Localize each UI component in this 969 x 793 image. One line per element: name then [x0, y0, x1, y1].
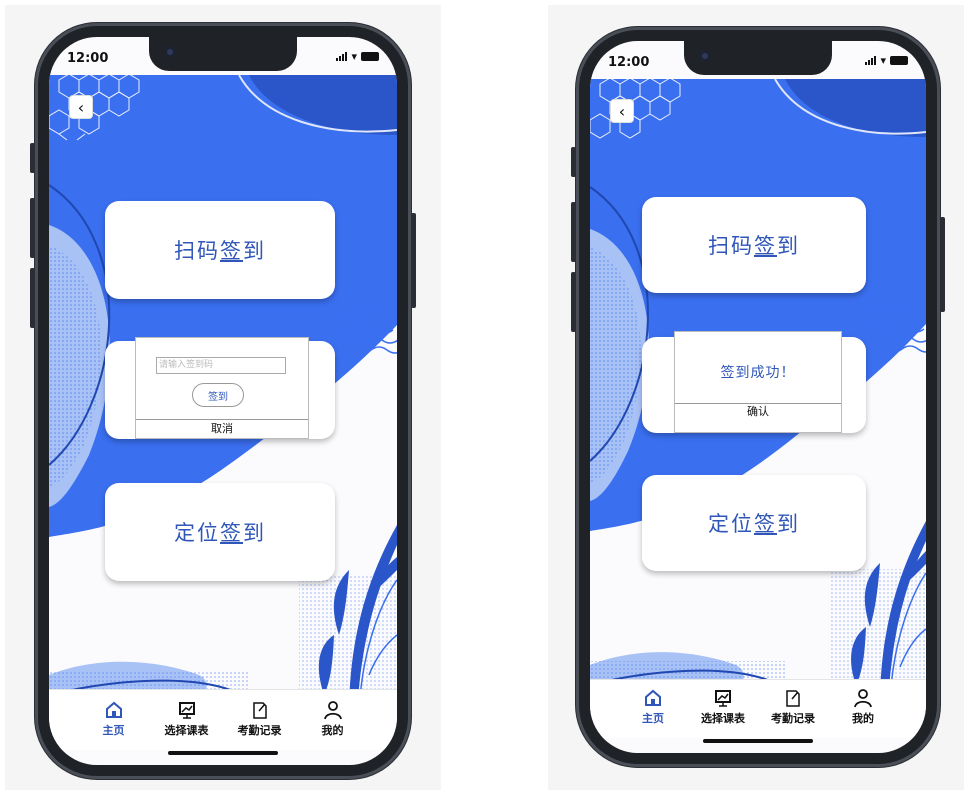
- status-time: 12:00: [608, 55, 650, 70]
- mockup-panel-right: 12:00 ▾ ‹ 扫码签到 签到成功！ 确认 定位签到 主页 选择课表 考勤记…: [548, 5, 964, 790]
- user-icon: [323, 701, 342, 720]
- status-icons: ▾: [865, 55, 908, 66]
- tab-schedule[interactable]: 选择课表: [157, 700, 217, 750]
- mockup-panel-left: 12:00 ▾ ‹ 扫码签到 请输入签到码 签到 取消 定位签到 主页 选择课表…: [5, 5, 441, 790]
- chevron-left-icon: ‹: [618, 101, 626, 121]
- success-message: 签到成功！: [720, 365, 796, 381]
- tab-bar: 主页 选择课表 考勤记录 我的: [590, 679, 926, 738]
- notepad-icon: [786, 690, 800, 707]
- tab-label: 考勤记录: [237, 724, 282, 737]
- submit-checkin-button[interactable]: 签到: [192, 383, 244, 407]
- back-button[interactable]: ‹: [610, 99, 634, 123]
- tab-label: 我的: [321, 724, 344, 737]
- tab-label: 主页: [102, 724, 125, 737]
- status-icons: ▾: [336, 51, 379, 62]
- signal-icon: [865, 56, 877, 65]
- notepad-icon: [252, 702, 267, 719]
- tab-profile[interactable]: 我的: [303, 700, 363, 750]
- tab-attendance[interactable]: 考勤记录: [230, 700, 290, 750]
- home-indicator: [703, 739, 813, 743]
- wifi-icon: ▾: [880, 54, 886, 67]
- code-input[interactable]: 请输入签到码: [156, 357, 286, 374]
- tab-bar: 主页 选择课表 考勤记录 我的: [49, 689, 397, 750]
- notch: [149, 37, 297, 71]
- phone-screen: 12:00 ▾: [590, 41, 926, 753]
- tab-profile[interactable]: 我的: [833, 688, 893, 738]
- location-checkin-label: 定位签到: [708, 512, 800, 536]
- scan-checkin-card[interactable]: 扫码签到: [642, 197, 866, 293]
- phone-frame: 12:00 ▾: [30, 23, 416, 779]
- chevron-left-icon: ‹: [77, 97, 85, 117]
- tab-label: 主页: [642, 712, 664, 725]
- camera-icon: [700, 51, 710, 61]
- home-indicator: [168, 751, 278, 755]
- confirm-button[interactable]: 确认: [675, 403, 841, 432]
- tab-label: 选择课表: [701, 712, 745, 725]
- success-dialog: 签到成功！ 确认: [674, 331, 842, 433]
- wifi-icon: ▾: [351, 50, 357, 63]
- camera-icon: [165, 47, 175, 57]
- tab-home[interactable]: 主页: [623, 688, 683, 738]
- location-checkin-label: 定位签到: [174, 521, 266, 545]
- signal-icon: [336, 52, 348, 61]
- scan-checkin-label: 扫码签到: [174, 239, 266, 263]
- battery-icon: [890, 56, 908, 65]
- tab-label: 选择课表: [164, 724, 209, 737]
- notch: [684, 41, 832, 75]
- home-icon: [645, 689, 661, 706]
- scan-checkin-label: 扫码签到: [708, 234, 800, 258]
- scan-checkin-card[interactable]: 扫码签到: [105, 201, 335, 299]
- location-checkin-card[interactable]: 定位签到: [105, 483, 335, 581]
- board-icon: [715, 690, 731, 707]
- tab-label: 考勤记录: [771, 712, 815, 725]
- user-icon: [854, 689, 872, 708]
- status-time: 12:00: [67, 51, 109, 66]
- battery-icon: [361, 52, 379, 61]
- tab-schedule[interactable]: 选择课表: [693, 688, 753, 738]
- board-icon: [178, 702, 195, 719]
- home-icon: [105, 701, 122, 718]
- tab-home[interactable]: 主页: [84, 700, 144, 750]
- phone-frame: 12:00 ▾: [571, 27, 945, 767]
- tab-attendance[interactable]: 考勤记录: [763, 688, 823, 738]
- phone-screen: 12:00 ▾: [49, 37, 397, 765]
- tab-label: 我的: [852, 712, 874, 725]
- cancel-button[interactable]: 取消: [136, 419, 308, 438]
- code-entry-dialog: 请输入签到码 签到 取消: [135, 337, 309, 439]
- back-button[interactable]: ‹: [69, 95, 93, 119]
- location-checkin-card[interactable]: 定位签到: [642, 475, 866, 571]
